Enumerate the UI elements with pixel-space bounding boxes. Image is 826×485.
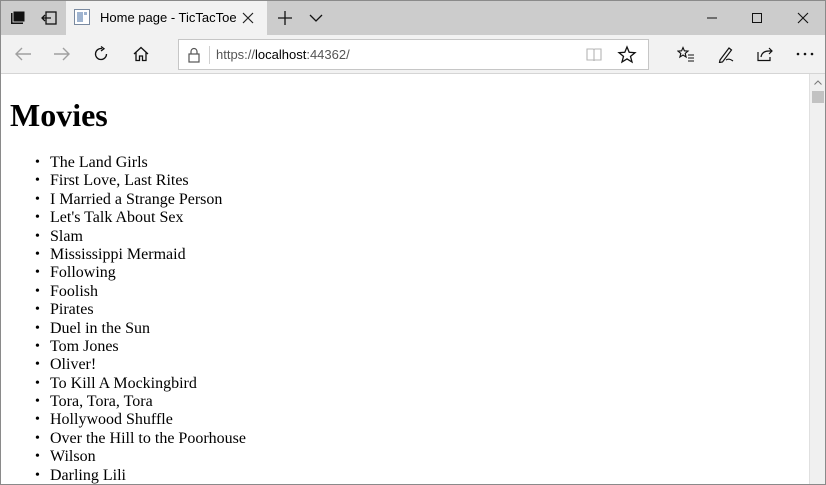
favorite-star-icon[interactable] <box>617 45 637 65</box>
reading-view-icon[interactable] <box>585 46 603 64</box>
close-icon <box>797 12 809 24</box>
back-button[interactable] <box>3 37 43 71</box>
vertical-scrollbar[interactable] <box>809 74 825 484</box>
minimize-icon <box>707 17 717 19</box>
movie-list-item: Tora, Tora, Tora <box>35 393 246 412</box>
share-icon <box>757 47 773 62</box>
minimize-button[interactable] <box>689 1 735 35</box>
favorites-list-icon <box>677 46 694 62</box>
tab-strip: Home page - TicTacToe <box>1 1 825 35</box>
movie-list-item: Darling Lili <box>35 467 246 484</box>
browser-window: Home page - TicTacToe https://localhost:… <box>0 0 826 485</box>
chevron-down-icon <box>309 14 323 22</box>
scroll-up-button[interactable] <box>810 74 825 90</box>
close-window-button[interactable] <box>780 1 825 35</box>
movie-list-item: First Love, Last Rites <box>35 172 246 191</box>
movie-list-item: To Kill A Mockingbird <box>35 375 246 394</box>
favorites-button[interactable] <box>666 37 706 71</box>
forward-button[interactable] <box>42 37 82 71</box>
movie-list-item: Following <box>35 264 246 283</box>
url-scheme: https:// <box>216 47 256 62</box>
movie-list-item: Foolish <box>35 283 246 302</box>
page-heading: Movies <box>10 97 108 133</box>
url-host: localhost <box>255 47 307 62</box>
home-button[interactable] <box>121 37 161 71</box>
movie-list-item: Let's Talk About Sex <box>35 209 246 228</box>
back-arrow-icon <box>15 47 31 61</box>
tab-home-page[interactable]: Home page - TicTacToe <box>66 1 267 35</box>
maximize-button[interactable] <box>734 1 780 35</box>
navigation-bar: https://localhost:44362/ <box>1 35 825 74</box>
share-button[interactable] <box>745 37 785 71</box>
address-separator <box>209 46 210 64</box>
movie-list-item: Duel in the Sun <box>35 320 246 339</box>
page-content: Movies The Land GirlsFirst Love, Last Ri… <box>1 74 809 484</box>
refresh-button[interactable] <box>81 37 121 71</box>
web-notes-button[interactable] <box>706 37 746 71</box>
page-favicon-icon <box>74 9 90 25</box>
url-text[interactable]: https://localhost:44362/ <box>216 47 350 62</box>
scroll-up-arrow-icon <box>814 79 822 85</box>
close-tab-icon[interactable] <box>241 11 255 25</box>
new-tab-button[interactable] <box>271 1 299 35</box>
movie-list-item: Wilson <box>35 448 246 467</box>
url-port: :44362/ <box>306 47 350 62</box>
movie-list-item: Hollywood Shuffle <box>35 411 246 430</box>
movie-list-item: Tom Jones <box>35 338 246 357</box>
plus-icon <box>278 11 292 25</box>
movie-list-item: Slam <box>35 228 246 247</box>
movie-list-item: Pirates <box>35 301 246 320</box>
home-icon <box>133 46 149 62</box>
movie-list-item: Oliver! <box>35 356 246 375</box>
settings-more-button[interactable] <box>785 37 825 71</box>
address-bar[interactable]: https://localhost:44362/ <box>178 39 649 70</box>
movie-list-item: Over the Hill to the Poorhouse <box>35 430 246 449</box>
maximize-icon <box>752 13 762 23</box>
tabs-aside-icon <box>11 10 26 24</box>
pen-icon <box>718 47 734 63</box>
movie-list-item: Mississippi Mermaid <box>35 246 246 265</box>
tab-preview-button[interactable] <box>302 1 330 35</box>
set-aside-icon <box>41 11 57 25</box>
forward-arrow-icon <box>54 47 70 61</box>
scroll-thumb[interactable] <box>812 91 824 103</box>
lock-icon[interactable] <box>187 47 201 63</box>
movie-list-item: I Married a Strange Person <box>35 191 246 210</box>
tab-actions-button[interactable] <box>2 1 34 35</box>
more-dots-icon <box>796 52 814 56</box>
set-tabs-aside-button[interactable] <box>33 1 65 35</box>
refresh-icon <box>94 46 108 61</box>
movie-list: The Land GirlsFirst Love, Last RitesI Ma… <box>1 154 246 484</box>
tab-title: Home page - TicTacToe <box>100 10 237 25</box>
movie-list-item: The Land Girls <box>35 154 246 173</box>
